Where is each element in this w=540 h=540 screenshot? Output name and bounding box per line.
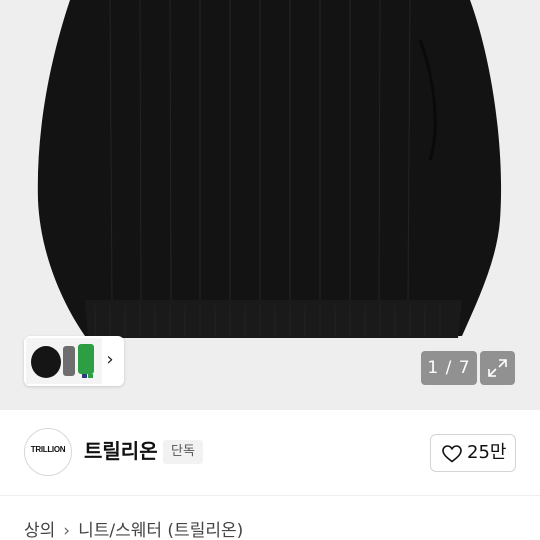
breadcrumb-chevron-icon: › bbox=[63, 521, 71, 540]
fullscreen-expand-button[interactable] bbox=[480, 351, 515, 385]
product-image-gallery[interactable]: › 1 / 7 bbox=[0, 0, 540, 410]
variant-thumbnails-image bbox=[26, 338, 102, 384]
breadcrumb-item-subcategory[interactable]: 니트/스웨터 (트릴리온) bbox=[78, 521, 243, 540]
exclusive-badge: 단독 bbox=[163, 440, 203, 464]
color-variant-thumbnails[interactable]: › bbox=[24, 336, 124, 386]
store-name[interactable]: 트릴리온 bbox=[84, 438, 158, 464]
store-logo-text: TRILLION bbox=[30, 445, 66, 454]
like-count: 25만 bbox=[467, 442, 507, 463]
like-button[interactable]: 25만 bbox=[430, 434, 516, 472]
thumbnails-next-arrow[interactable]: › bbox=[102, 348, 118, 372]
gallery-page-indicator: 1 / 7 bbox=[421, 351, 477, 385]
store-info-row: TRILLION 트릴리온 단독 25만 bbox=[0, 410, 540, 495]
breadcrumb-item-category[interactable]: 상의 bbox=[24, 521, 55, 540]
store-logo[interactable]: TRILLION bbox=[24, 428, 72, 476]
expand-arrows-icon bbox=[488, 359, 507, 377]
section-divider bbox=[0, 495, 540, 496]
breadcrumb: 상의 › 니트/스웨터 (트릴리온) bbox=[24, 518, 243, 540]
heart-icon bbox=[442, 445, 462, 463]
